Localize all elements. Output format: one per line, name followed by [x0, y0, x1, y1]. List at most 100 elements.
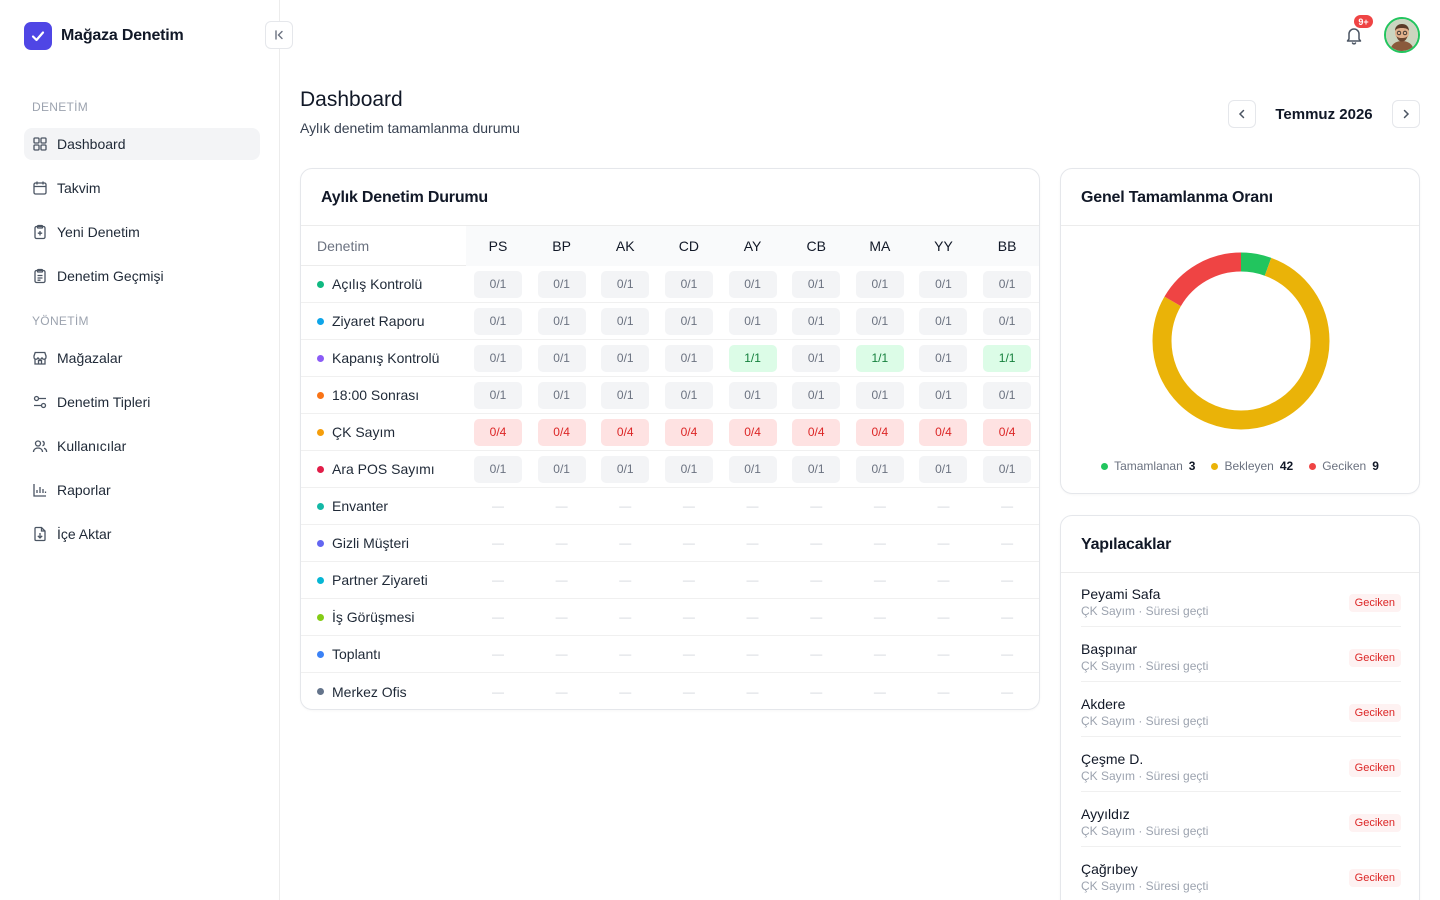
status-cell[interactable]: 0/1 — [664, 307, 713, 335]
card-title: Aylık Denetim Durumu — [321, 189, 488, 206]
status-cell[interactable]: 1/1 — [983, 344, 1032, 372]
status-cell[interactable]: 0/1 — [537, 344, 586, 372]
status-cell[interactable]: 1/1 — [855, 344, 904, 372]
todo-item[interactable]: Akdere ÇK Sayım · Süresi geçti Geciken — [1081, 682, 1401, 737]
status-cell[interactable]: 0/1 — [601, 270, 650, 298]
status-cell: — — [1001, 573, 1014, 587]
status-cell[interactable]: 0/1 — [728, 307, 777, 335]
sidebar-item-dashboard[interactable]: Dashboard — [24, 128, 260, 160]
status-cell[interactable]: 0/1 — [855, 381, 904, 409]
status-cell[interactable]: 0/4 — [855, 418, 904, 446]
status-cell[interactable]: 0/1 — [792, 307, 841, 335]
row-name: Toplantı — [332, 646, 382, 662]
status-cell[interactable]: 0/1 — [983, 270, 1032, 298]
status-cell[interactable]: 0/1 — [919, 270, 968, 298]
status-cell[interactable]: 0/1 — [983, 307, 1032, 335]
file-import-icon — [34, 526, 46, 542]
row-label: Merkez Ofis — [301, 684, 466, 700]
todo-item[interactable]: Çağrıbey ÇK Sayım · Süresi geçti Geciken — [1081, 847, 1401, 900]
status-cell[interactable]: 0/1 — [983, 455, 1032, 483]
status-cell[interactable]: 0/1 — [664, 344, 713, 372]
monthly-status-card: Aylık Denetim Durumu Denetim PS BP AK CD AY C… — [300, 168, 1040, 710]
status-cell[interactable]: 0/4 — [919, 418, 968, 446]
sidebar-item-denetim-tipleri[interactable]: Denetim Tipleri — [24, 386, 260, 418]
row-name: 18:00 Sonrası — [332, 387, 420, 403]
status-dot — [317, 502, 324, 510]
todo-item[interactable]: Başpınar ÇK Sayım · Süresi geçti Geciken — [1081, 627, 1401, 682]
todo-item[interactable]: Peyami Safa ÇK Sayım · Süresi geçti Gecike… — [1081, 572, 1401, 627]
status-cell[interactable]: 0/4 — [983, 418, 1032, 446]
sliders-icon — [33, 395, 47, 409]
status-cell[interactable]: 0/1 — [601, 344, 650, 372]
status-cell[interactable]: 0/4 — [601, 418, 650, 446]
sidebar-item-yeni-denetim[interactable]: Yeni Denetim — [24, 216, 260, 248]
status-cell[interactable]: 0/1 — [792, 455, 841, 483]
status-cell: — — [873, 610, 886, 624]
table-row: Ziyaret Raporu 0/1 0/1 0/1 0/1 0/1 0/1 0/1 0/1 0/… — [301, 303, 1039, 340]
status-cell[interactable]: 0/1 — [792, 270, 841, 298]
status-cell[interactable]: 0/4 — [792, 418, 841, 446]
status-cell[interactable]: 0/1 — [919, 381, 968, 409]
sidebar-item-takvim[interactable]: Takvim — [24, 172, 260, 204]
sidebar-item-denetim-gecmisi[interactable]: Denetim Geçmişi — [24, 260, 260, 292]
card-title: Yapılacaklar — [1081, 536, 1172, 553]
status-cell[interactable]: 0/1 — [792, 381, 841, 409]
status-cell: — — [937, 610, 950, 624]
row-label: ÇK Sayım — [301, 424, 466, 440]
status-cell[interactable]: 0/1 — [537, 270, 586, 298]
todo-detail: ÇK Sayım · Süresi geçti — [1081, 824, 1209, 838]
status-cell[interactable]: 0/4 — [473, 418, 522, 446]
status-cell[interactable]: 0/1 — [728, 381, 777, 409]
brand[interactable]: Mağaza Denetim — [24, 22, 184, 50]
status-cell[interactable]: 0/1 — [473, 307, 522, 335]
status-cell[interactable]: 0/1 — [473, 381, 522, 409]
sidebar-item-kullanicilar[interactable]: Kullanıcılar — [24, 430, 260, 462]
sidebar-item-raporlar[interactable]: Raporlar — [24, 474, 260, 506]
status-cell[interactable]: 0/1 — [919, 344, 968, 372]
next-month-button[interactable] — [1392, 100, 1420, 128]
status-cell: — — [619, 647, 632, 661]
status-cell[interactable]: 0/1 — [855, 307, 904, 335]
status-cell[interactable]: 0/1 — [601, 455, 650, 483]
status-cell[interactable]: 0/1 — [664, 455, 713, 483]
status-cell[interactable]: 0/1 — [664, 270, 713, 298]
status-dot — [317, 688, 324, 695]
previous-month-button[interactable] — [1228, 100, 1256, 128]
status-cell[interactable]: 0/1 — [919, 307, 968, 335]
status-cell[interactable]: 0/1 — [728, 455, 777, 483]
legend-item: Geciken 9 — [1309, 459, 1379, 473]
status-cell[interactable]: 0/1 — [919, 455, 968, 483]
sidebar-item-label: Raporlar — [57, 482, 111, 498]
status-cell[interactable]: 0/1 — [473, 270, 522, 298]
status-cell[interactable]: 0/1 — [983, 381, 1032, 409]
status-cell: — — [491, 573, 504, 587]
todo-item[interactable]: Ayyıldız ÇK Sayım · Süresi geçti Geciken — [1081, 792, 1401, 847]
status-cell[interactable]: 0/1 — [728, 270, 777, 298]
status-cell[interactable]: 0/1 — [473, 344, 522, 372]
status-cell[interactable]: 0/1 — [537, 307, 586, 335]
status-cell[interactable]: 0/1 — [855, 455, 904, 483]
status-cell[interactable]: 0/1 — [792, 344, 841, 372]
sidebar-item-magazalar[interactable]: Mağazalar — [24, 342, 260, 374]
status-cell[interactable]: 1/1 — [728, 344, 777, 372]
status-cell[interactable]: 0/1 — [664, 381, 713, 409]
avatar[interactable] — [1384, 17, 1420, 53]
todo-store-name: Çeşme D. — [1081, 751, 1144, 767]
status-cell[interactable]: 0/1 — [601, 307, 650, 335]
sidebar-item-ice-aktar[interactable]: İçe Aktar — [24, 518, 260, 550]
status-cell[interactable]: 0/4 — [537, 418, 586, 446]
status-cell: — — [810, 647, 823, 661]
month-label: Temmuz 2026 — [1275, 106, 1373, 123]
status-dot — [317, 280, 324, 288]
collapse-sidebar-button[interactable] — [265, 21, 293, 49]
status-cell[interactable]: 0/1 — [537, 381, 586, 409]
status-cell[interactable]: 0/1 — [473, 455, 522, 483]
status-cell[interactable]: 0/4 — [664, 418, 713, 446]
todo-item[interactable]: Çeşme D. ÇK Sayım · Süresi geçti Geciken — [1081, 737, 1401, 792]
status-cell[interactable]: 0/1 — [601, 381, 650, 409]
status-cell[interactable]: 0/4 — [728, 418, 777, 446]
status-cell: — — [682, 573, 695, 587]
status-cell[interactable]: 0/1 — [855, 270, 904, 298]
clipboard-list-icon — [34, 268, 46, 284]
status-cell[interactable]: 0/1 — [537, 455, 586, 483]
